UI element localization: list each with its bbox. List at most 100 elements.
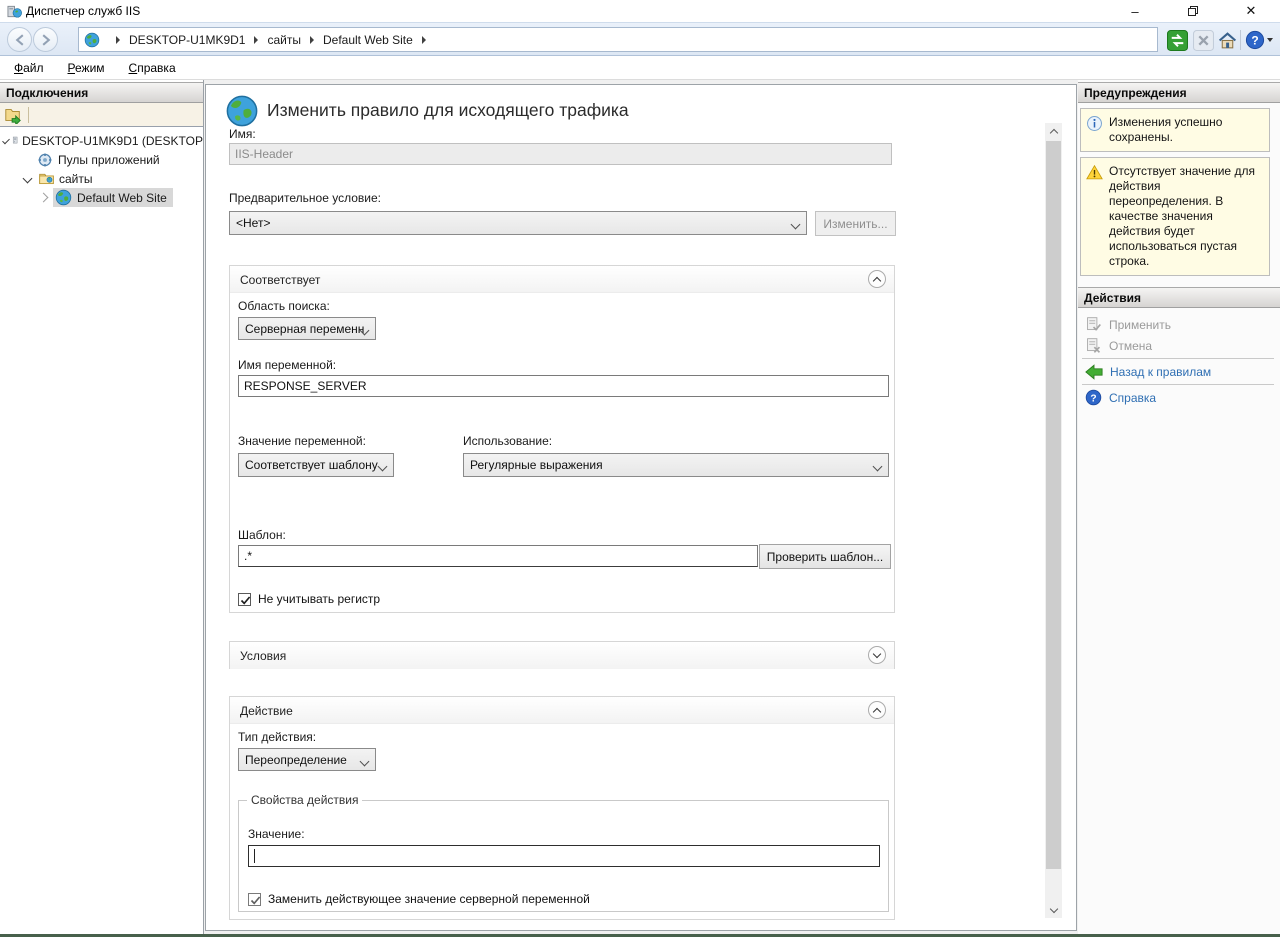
warning-icon: [1086, 164, 1103, 181]
action-type-select[interactable]: Переопределение: [238, 748, 376, 771]
chevron-down-icon: [791, 220, 801, 230]
connections-panel: Подключения DESKTOP-U1MK9D1 (DESKTOP Пул…: [0, 80, 204, 934]
test-pattern-button[interactable]: Проверить шаблон...: [759, 544, 891, 569]
home-button[interactable]: [1216, 29, 1238, 51]
conditions-section: Условия: [229, 641, 895, 669]
chevron-right-icon: [310, 36, 314, 44]
breadcrumb-server[interactable]: DESKTOP-U1MK9D1: [129, 33, 245, 47]
conditions-section-title: Условия: [240, 649, 286, 663]
pattern-label: Шаблон:: [238, 528, 286, 542]
collapsed-chevron-icon[interactable]: [39, 193, 49, 203]
chevron-down-icon: [873, 462, 883, 472]
variable-name-input[interactable]: RESPONSE_SERVER: [238, 375, 889, 397]
name-value: IIS-Header: [235, 147, 293, 161]
scroll-up-button[interactable]: [1045, 123, 1062, 140]
restore-button[interactable]: [1164, 0, 1222, 22]
page-globe-icon: [225, 94, 259, 128]
help-link[interactable]: Справка: [1078, 387, 1280, 408]
chevron-down-icon: [360, 757, 370, 767]
chevron-down-icon: [1049, 904, 1057, 912]
scroll-down-button[interactable]: [1045, 901, 1062, 918]
menu-bar: Файл Режим Справка: [0, 56, 1280, 80]
site-globe-icon: [55, 189, 72, 206]
back-green-arrow-icon: [1085, 363, 1103, 381]
alerts-header-label: Предупреждения: [1084, 86, 1187, 100]
menu-file[interactable]: Файл: [14, 61, 44, 75]
toolbar-divider: [28, 107, 29, 123]
application-pools-icon: [37, 152, 53, 168]
menu-help[interactable]: Справка: [129, 61, 176, 75]
precondition-select[interactable]: <Нет>: [229, 211, 807, 235]
home-icon: [1217, 30, 1238, 51]
help-icon: [1085, 389, 1102, 406]
replace-label: Заменить действующее значение серверной …: [268, 892, 590, 906]
breadcrumb-default-web-site[interactable]: Default Web Site: [323, 33, 413, 47]
chevron-right-icon: [254, 36, 258, 44]
action-properties-group: Свойства действия Значение: Заменить дей…: [238, 793, 889, 912]
title-bar: Диспетчер служб IIS – ✕: [0, 0, 1280, 22]
back-arrow-icon: [12, 32, 28, 48]
variable-value-select[interactable]: Соответствует шаблону: [238, 453, 394, 477]
page-title: Изменить правило для исходящего трафика: [267, 100, 629, 121]
collapse-button[interactable]: [868, 270, 886, 288]
checkmark-icon: [239, 594, 252, 607]
cancel-label: Отмена: [1109, 339, 1152, 353]
menu-view[interactable]: Режим: [68, 61, 105, 75]
back-to-rules-link[interactable]: Назад к правилам: [1078, 361, 1280, 382]
replace-checkbox[interactable]: [248, 893, 261, 906]
chevron-right-icon: [422, 36, 426, 44]
back-button[interactable]: [7, 27, 32, 52]
action-section-header: Действие: [230, 697, 894, 724]
globe-icon: [84, 32, 100, 48]
help-label: Справка: [1109, 391, 1156, 405]
server-icon: [11, 132, 20, 149]
edit-outbound-rule-page: Изменить правило для исходящего трафика …: [205, 84, 1077, 931]
actions-header-label: Действия: [1084, 291, 1141, 305]
name-label: Имя:: [229, 127, 256, 141]
tree-item-label: Default Web Site: [77, 191, 167, 205]
tree-item-server[interactable]: DESKTOP-U1MK9D1 (DESKTOP: [0, 131, 203, 150]
help-dropdown-caret-icon[interactable]: [1267, 38, 1273, 42]
match-section-header: Соответствует: [230, 266, 894, 293]
breadcrumb[interactable]: DESKTOP-U1MK9D1 сайты Default Web Site: [78, 27, 1158, 52]
refresh-button[interactable]: [1166, 29, 1188, 51]
expanded-chevron-icon[interactable]: [23, 174, 33, 184]
back-to-rules-label: Назад к правилам: [1110, 365, 1211, 379]
expand-button[interactable]: [868, 646, 886, 664]
using-select[interactable]: Регулярные выражения: [463, 453, 889, 477]
using-label: Использование:: [463, 434, 552, 448]
chevron-up-icon: [873, 276, 881, 284]
variable-value-value: Соответствует шаблону: [245, 458, 378, 472]
close-button[interactable]: ✕: [1222, 0, 1280, 22]
tree-item-sites[interactable]: сайты: [0, 169, 203, 188]
test-pattern-button-label: Проверить шаблон...: [767, 550, 883, 564]
ignore-case-checkbox[interactable]: [238, 593, 251, 606]
chevron-up-icon: [1049, 129, 1057, 137]
vertical-scrollbar[interactable]: [1045, 123, 1062, 918]
ignore-case-row: Не учитывать регистр: [238, 592, 380, 606]
stop-button: [1192, 29, 1214, 51]
scrollbar-thumb[interactable]: [1046, 141, 1061, 869]
connections-header: Подключения: [0, 82, 203, 103]
sites-folder-icon: [38, 170, 55, 187]
help-button[interactable]: [1244, 29, 1266, 51]
chevron-up-icon: [873, 707, 881, 715]
forward-button[interactable]: [33, 27, 58, 52]
tree-item-default-web-site[interactable]: Default Web Site: [0, 188, 203, 207]
collapse-button[interactable]: [868, 701, 886, 719]
restore-icon: [1187, 5, 1199, 17]
pattern-input[interactable]: .*: [238, 545, 758, 567]
selected-tree-item[interactable]: Default Web Site: [53, 188, 173, 207]
apply-button: Применить: [1078, 314, 1280, 335]
window-title: Диспетчер служб IIS: [26, 4, 140, 18]
breadcrumb-sites[interactable]: сайты: [267, 33, 301, 47]
replace-row: Заменить действующее значение серверной …: [248, 892, 590, 906]
expanded-chevron-icon[interactable]: [2, 137, 10, 145]
save-connection-icon[interactable]: [4, 106, 22, 124]
precondition-label: Предварительное условие:: [229, 191, 381, 205]
scope-select[interactable]: Серверная переменн: [238, 317, 376, 340]
value-input[interactable]: [248, 845, 880, 867]
minimize-button[interactable]: –: [1106, 0, 1164, 22]
tree-item-app-pools[interactable]: Пулы приложений: [0, 150, 203, 169]
tree-item-label: Пулы приложений: [58, 153, 160, 167]
